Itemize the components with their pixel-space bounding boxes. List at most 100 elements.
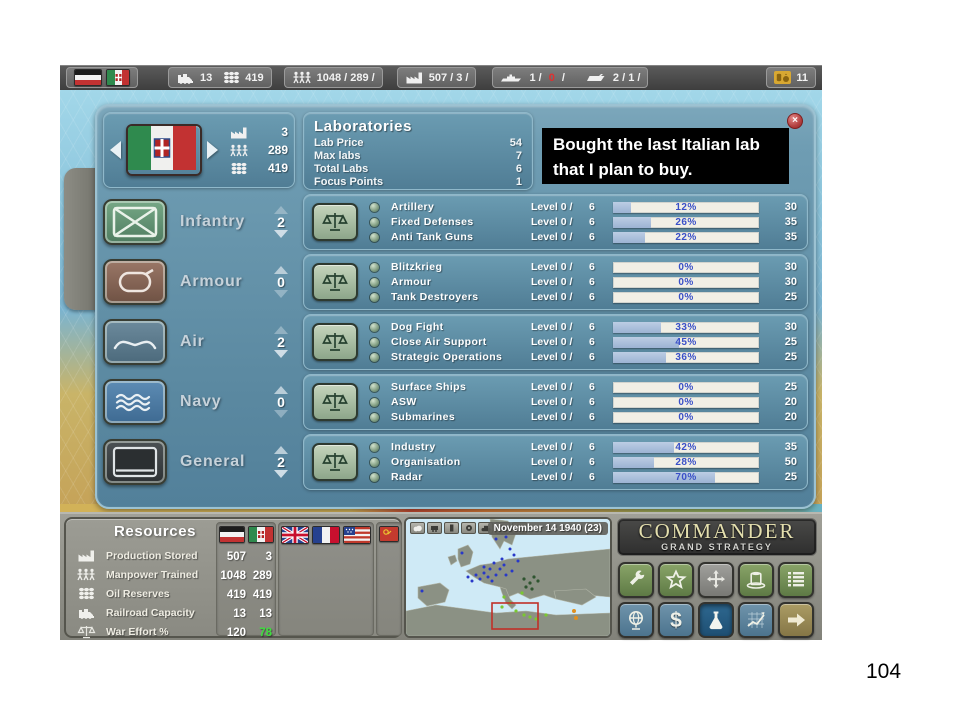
research-level: Level 0 /: [531, 441, 583, 453]
research-percent: 26%: [613, 217, 759, 228]
focus-scales-button[interactable]: [312, 323, 358, 361]
settings-toggle-button[interactable]: [461, 522, 476, 534]
navy-icon[interactable]: [103, 379, 167, 425]
research-button[interactable]: [698, 602, 734, 638]
world-map[interactable]: × 3 289: [60, 90, 822, 512]
repair-button[interactable]: [618, 562, 654, 598]
focus-points-label: Focus Points: [314, 176, 383, 189]
scales-icon: [321, 390, 349, 414]
bottom-hud: Resources Production Stored Manpower Tra…: [60, 512, 822, 640]
cities-toggle-button[interactable]: [444, 522, 459, 534]
research-name[interactable]: Tank Destroyers: [391, 291, 531, 303]
chart-icon: [745, 609, 767, 631]
resource-label: Oil Reserves: [106, 588, 216, 600]
research-name[interactable]: Anti Tank Guns: [391, 231, 531, 243]
research-name[interactable]: Dog Fight: [391, 321, 531, 333]
research-group-navy: Surface ShipsLevel 0 /60%25 ASWLevel 0 /…: [303, 374, 808, 430]
flag-germany-icon[interactable]: [219, 526, 245, 543]
category-armour: Armour 0: [103, 254, 295, 310]
add-lab-arrow[interactable]: [274, 206, 288, 214]
oil-icon: [78, 587, 95, 600]
research-led-icon: [370, 203, 379, 212]
research-max: 6: [583, 456, 613, 468]
research-name[interactable]: Organisation: [391, 456, 531, 468]
category-label: Infantry: [180, 213, 269, 231]
research-level: Level 0 /: [531, 261, 583, 273]
research-name[interactable]: Armour: [391, 276, 531, 288]
flag-uk-icon[interactable]: [281, 526, 309, 544]
add-lab-arrow[interactable]: [274, 446, 288, 454]
research-name[interactable]: Submarines: [391, 411, 531, 423]
minimap-europe: [406, 519, 610, 636]
train-icon: [176, 71, 195, 84]
rail-toggle-button[interactable]: [427, 522, 442, 534]
minimap[interactable]: November 14 1940 (23): [404, 517, 612, 638]
remove-lab-arrow[interactable]: [274, 230, 288, 238]
factory-icon: [77, 549, 96, 562]
infantry-icon[interactable]: [103, 199, 167, 245]
focus-scales-button[interactable]: [312, 443, 358, 481]
next-nation-arrow[interactable]: [207, 141, 218, 159]
wrench-icon: [625, 569, 647, 591]
transports-value: 2 / 1 /: [613, 72, 641, 84]
research-cost: 25: [771, 336, 797, 348]
focus-scales-button[interactable]: [312, 203, 358, 241]
armour-icon[interactable]: [103, 259, 167, 305]
remove-lab-arrow[interactable]: [274, 410, 288, 418]
top-hat-icon: [745, 569, 767, 591]
research-name[interactable]: Close Air Support: [391, 336, 531, 348]
research-row: Close Air SupportLevel 0 /645%25: [370, 336, 797, 349]
focus-scales-button[interactable]: [312, 383, 358, 421]
slide-page-number: 104: [866, 660, 901, 684]
move-mode-button[interactable]: [698, 562, 734, 598]
research-name[interactable]: ASW: [391, 396, 531, 408]
diplomacy-button[interactable]: [738, 562, 774, 598]
remove-lab-arrow[interactable]: [274, 470, 288, 478]
world-view-button[interactable]: [618, 602, 654, 638]
air-icon[interactable]: [103, 319, 167, 365]
end-turn-button[interactable]: [778, 602, 814, 638]
close-button[interactable]: ×: [787, 113, 803, 129]
flag-usa-icon[interactable]: [343, 526, 371, 544]
research-row: Fixed DefensesLevel 0 /626%35: [370, 216, 797, 229]
add-lab-arrow[interactable]: [274, 326, 288, 334]
resource-row: Railroad Capacity: [66, 603, 216, 622]
finance-button[interactable]: $: [658, 602, 694, 638]
research-max: 6: [583, 441, 613, 453]
flag-ussr-icon[interactable]: [379, 526, 399, 542]
research-name[interactable]: Blitzkrieg: [391, 261, 531, 273]
research-name[interactable]: Radar: [391, 471, 531, 483]
research-level: Level 0 /: [531, 216, 583, 228]
flag-france-icon[interactable]: [312, 526, 340, 544]
research-name[interactable]: Fixed Defenses: [391, 216, 531, 228]
category-label: Navy: [180, 393, 269, 411]
research-max: 6: [583, 201, 613, 213]
focus-scales-button[interactable]: [312, 263, 358, 301]
research-led-icon: [370, 443, 379, 452]
remove-lab-arrow[interactable]: [274, 290, 288, 298]
add-lab-arrow[interactable]: [274, 386, 288, 394]
research-percent: 0%: [613, 382, 759, 393]
weather-toggle-button[interactable]: [410, 522, 425, 534]
add-lab-arrow[interactable]: [274, 266, 288, 274]
research-level: Level 0 /: [531, 291, 583, 303]
research-name[interactable]: Strategic Operations: [391, 351, 531, 363]
reports-button[interactable]: [778, 562, 814, 598]
research-group-armour: BlitzkriegLevel 0 /60%30 ArmourLevel 0 /…: [303, 254, 808, 310]
remove-lab-arrow[interactable]: [274, 350, 288, 358]
research-group-infantry: ArtilleryLevel 0 /612%30 Fixed DefensesL…: [303, 194, 808, 250]
flag-italy-icon[interactable]: [248, 526, 274, 543]
lab-count: 0: [277, 395, 285, 409]
general-icon[interactable]: [103, 439, 167, 485]
research-name[interactable]: Industry: [391, 441, 531, 453]
statistics-button[interactable]: [738, 602, 774, 638]
research-name[interactable]: Artillery: [391, 201, 531, 213]
ussr-column: [376, 522, 402, 636]
research-name[interactable]: Surface Ships: [391, 381, 531, 393]
elite-units-button[interactable]: [658, 562, 694, 598]
research-progress-bar: 22%: [613, 232, 759, 243]
factory-icon: [405, 71, 424, 84]
total-labs-value: 6: [516, 163, 522, 176]
nation-manpower-value: 289: [250, 143, 288, 157]
prev-nation-arrow[interactable]: [110, 141, 121, 159]
